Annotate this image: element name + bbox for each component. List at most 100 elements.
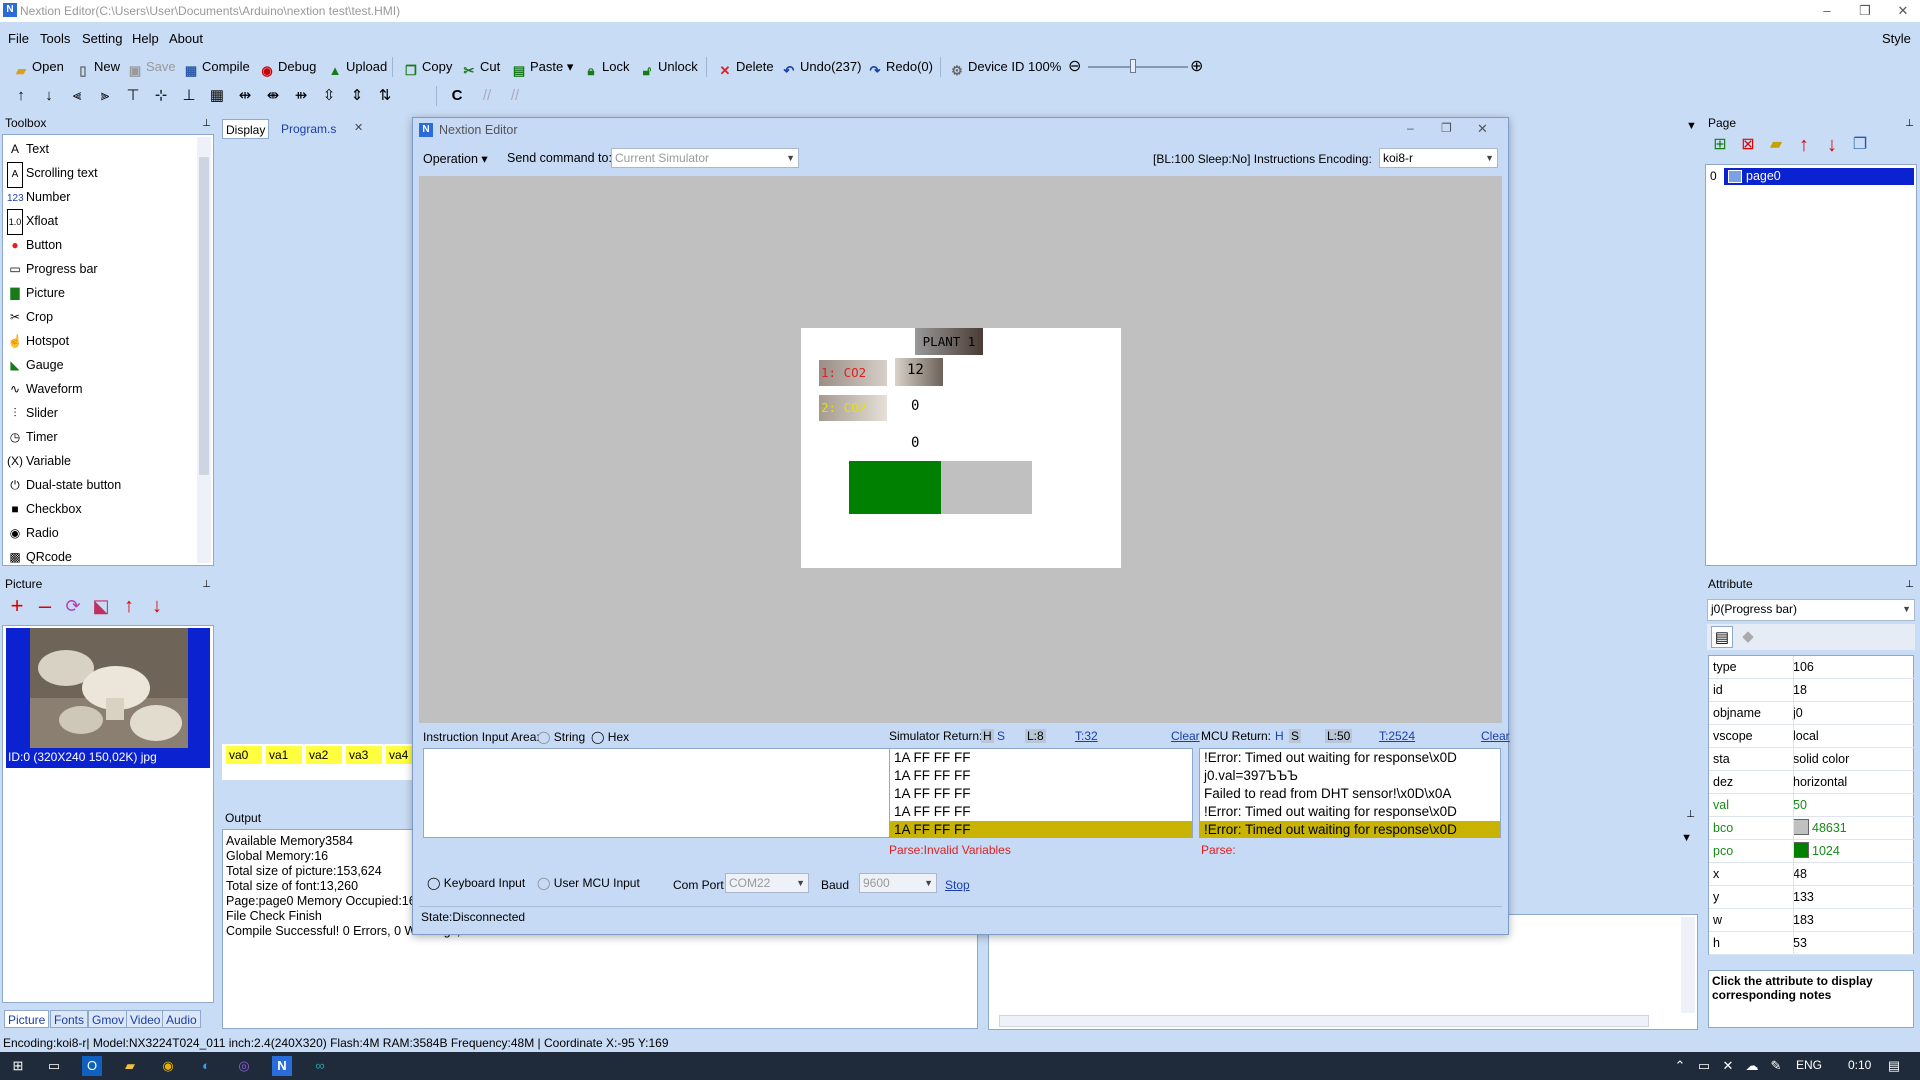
network-icon[interactable]: ▭: [1694, 1056, 1714, 1076]
attr-row-vscope[interactable]: vscope local: [1709, 725, 1914, 748]
device-id-button[interactable]: ⚙ Device ID: [948, 54, 1024, 80]
progress-bar-j0[interactable]: [849, 461, 1032, 514]
nextion-taskbar-icon[interactable]: N: [272, 1056, 292, 1076]
paste-button[interactable]: ▤ Paste ▾: [510, 54, 574, 80]
menu-setting[interactable]: Setting: [82, 31, 122, 46]
code-icon[interactable]: C: [446, 85, 468, 107]
replace-icon[interactable]: ⟳: [62, 595, 84, 617]
tool-number[interactable]: 123 Number: [7, 185, 70, 209]
encoding-select[interactable]: koi8-r ▼: [1379, 148, 1498, 168]
menu-help[interactable]: Help: [132, 31, 159, 46]
tab-picture[interactable]: Picture: [4, 1010, 50, 1028]
debug-button[interactable]: ◉ Debug: [258, 54, 316, 80]
tab-program[interactable]: Program.s: [278, 119, 339, 139]
edge-icon[interactable]: ◐: [196, 1056, 216, 1076]
mcu-hex-toggle[interactable]: H: [1275, 729, 1284, 743]
windows-start-icon[interactable]: ⊞: [8, 1056, 28, 1076]
insert-icon[interactable]: ⬕: [90, 595, 112, 617]
move-up-icon[interactable]: ↑: [10, 85, 32, 107]
com-port-select[interactable]: COM22 ▼: [725, 873, 809, 893]
tool-crop[interactable]: ✂ Crop: [7, 305, 53, 329]
keyboard-input-radio[interactable]: ◯ Keyboard Input: [427, 876, 525, 890]
undo-button[interactable]: ↶ Undo(237): [780, 54, 862, 80]
redo-button[interactable]: ↷ Redo(0): [866, 54, 933, 80]
stop-link[interactable]: Stop: [945, 878, 970, 892]
user-mcu-input-radio[interactable]: ◯ User MCU Input: [537, 876, 640, 890]
copy-page-icon[interactable]: ❐: [1849, 134, 1871, 156]
save-button[interactable]: ▣ Save: [126, 54, 176, 80]
upload-button[interactable]: ▲ Upload: [326, 54, 388, 80]
language-indicator[interactable]: ENG: [1796, 1058, 1822, 1072]
unlock-button[interactable]: 🔓︎ Unlock: [638, 54, 698, 80]
variable-va1[interactable]: va1: [266, 746, 302, 764]
viber-icon[interactable]: ◎: [234, 1056, 254, 1076]
categorized-icon[interactable]: ▤: [1711, 626, 1733, 648]
align-top-icon[interactable]: ⊤: [122, 85, 144, 107]
pin-icon[interactable]: ⊥: [202, 115, 211, 133]
open-button[interactable]: ▰ Open: [12, 54, 64, 80]
attr-row-w[interactable]: w 183: [1709, 909, 1914, 932]
chrome-icon[interactable]: ◉: [158, 1056, 178, 1076]
variable-va0[interactable]: va0: [226, 746, 262, 764]
grid-icon[interactable]: ▦: [206, 85, 228, 107]
operation-menu[interactable]: Operation ▾: [423, 151, 488, 166]
string-radio[interactable]: ◯ String: [537, 730, 585, 744]
h-space-dec-icon[interactable]: ⇻: [290, 85, 312, 107]
mcu-return-log[interactable]: !Error: Timed out waiting for response\x…: [1199, 748, 1501, 838]
arduino-icon[interactable]: ∞: [310, 1056, 330, 1076]
tab-gmov[interactable]: Gmov: [88, 1010, 129, 1028]
tool-hotspot[interactable]: ☝ Hotspot: [7, 329, 70, 353]
outlook-icon[interactable]: O: [82, 1056, 102, 1076]
h-space-icon[interactable]: ⇹: [234, 85, 256, 107]
attr-row-sta[interactable]: sta solid color: [1709, 748, 1914, 771]
attr-row-id[interactable]: id 18: [1709, 679, 1914, 702]
maximize-button[interactable]: ❐: [1850, 0, 1880, 22]
tab-video[interactable]: Video: [126, 1010, 165, 1028]
volume-muted-icon[interactable]: ✕: [1718, 1056, 1738, 1076]
attr-row-pco[interactable]: pco 1024: [1709, 840, 1914, 863]
page-item-page0[interactable]: page0: [1724, 168, 1914, 185]
v-space-icon[interactable]: ⇳: [318, 85, 340, 107]
delete-page-icon[interactable]: ⊠: [1737, 134, 1759, 156]
dialog-maximize-button[interactable]: ❐: [1441, 121, 1452, 135]
attribute-object-select[interactable]: j0(Progress bar) ▼: [1707, 599, 1915, 621]
comment-icon[interactable]: //: [476, 85, 498, 107]
tool-picture[interactable]: ▇ Picture: [7, 281, 65, 305]
menu-about[interactable]: About: [169, 31, 203, 46]
task-view-icon[interactable]: ▭: [44, 1056, 64, 1076]
event-h-scrollbar[interactable]: [999, 1015, 1649, 1027]
zoom-in-button[interactable]: ⊕: [1190, 54, 1203, 80]
lock-button[interactable]: 🔒︎ Lock: [582, 54, 630, 80]
toolbox-scroll-thumb[interactable]: [199, 157, 209, 475]
new-button[interactable]: ▯ New: [74, 54, 120, 80]
minimize-button[interactable]: –: [1812, 0, 1842, 22]
tool-button[interactable]: ● Button: [7, 233, 62, 257]
attr-row-x[interactable]: x 48: [1709, 863, 1914, 886]
tool-variable[interactable]: (X) Variable: [7, 449, 71, 473]
sim-hex-toggle[interactable]: H: [981, 729, 994, 743]
mcu-string-toggle[interactable]: S: [1289, 729, 1302, 743]
tab-display[interactable]: Display: [222, 119, 270, 139]
align-bottom-icon[interactable]: ⊥: [178, 85, 200, 107]
style-menu[interactable]: Style: [1882, 31, 1911, 46]
mcu-time[interactable]: T:2524: [1379, 729, 1415, 743]
mcu-clear-link[interactable]: Clear: [1481, 729, 1510, 743]
pen-icon[interactable]: ✎: [1766, 1056, 1786, 1076]
tool-text[interactable]: A Text: [7, 137, 49, 161]
move-down-icon[interactable]: ↓: [38, 85, 60, 107]
align-left-icon[interactable]: ⫷: [66, 85, 88, 107]
hex-radio[interactable]: ◯ Hex: [591, 730, 629, 744]
remove-icon[interactable]: –: [34, 595, 56, 617]
align-right-icon[interactable]: ⫸: [94, 85, 116, 107]
simulator-return-log[interactable]: 1A FF FF FF 1A FF FF FF 1A FF FF FF 1A F…: [889, 748, 1193, 838]
event-dropdown-icon[interactable]: ▼: [1510, 832, 1698, 850]
event-v-scrollbar[interactable]: [1681, 917, 1695, 1013]
zoom-slider[interactable]: [1088, 66, 1188, 68]
move-down-icon[interactable]: ↓: [146, 595, 168, 617]
tool-timer[interactable]: ◷ Timer: [7, 425, 58, 449]
close-tab-icon[interactable]: ✕: [354, 121, 363, 134]
attr-row-y[interactable]: y 133: [1709, 886, 1914, 909]
cut-button[interactable]: ✂ Cut: [460, 54, 501, 80]
tool-checkbox[interactable]: ■ Checkbox: [7, 497, 81, 521]
uncomment-icon[interactable]: //: [504, 85, 526, 107]
